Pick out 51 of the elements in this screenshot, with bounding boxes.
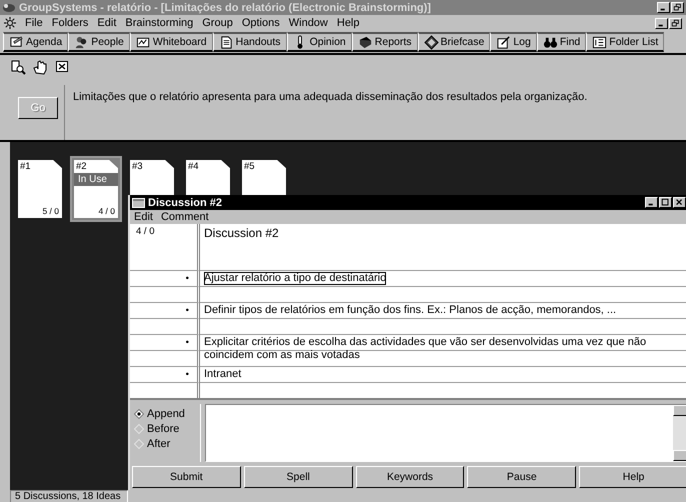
bullet: • <box>186 273 189 284</box>
card-label: #5 <box>243 160 256 173</box>
idea-text[interactable]: Ajustar relatório a tipo de destinatário <box>204 272 386 285</box>
menu-item[interactable]: Options <box>242 17 280 29</box>
discussion-card[interactable]: #2 In Use 4 / 0 <box>70 156 122 222</box>
card-count: 5 / 0 <box>41 206 60 218</box>
toolbar-button[interactable]: Handouts <box>212 32 287 52</box>
card-label: #3 <box>131 160 144 173</box>
card-count: 4 / 0 <box>97 206 116 218</box>
menu-item[interactable]: Brainstorming <box>125 17 194 29</box>
menu-item[interactable]: Group <box>202 17 233 29</box>
toolbar-button[interactable]: Find <box>536 32 586 52</box>
card-label: #1 <box>19 160 32 173</box>
action-button[interactable]: Submit <box>132 466 241 488</box>
toolbar-button[interactable]: Reports <box>352 32 418 52</box>
menu-item[interactable]: Window <box>288 17 328 29</box>
menu-item[interactable]: Help <box>336 17 360 29</box>
discussion-heading: Discussion #2 <box>204 226 279 240</box>
idea-text[interactable]: Intranet <box>204 368 242 381</box>
toolbar-button[interactable]: Folder List <box>586 32 664 52</box>
window-title: GroupSystems - relatório - [Limitações do relatório (Electronic Brainstorming)] <box>19 2 432 14</box>
radio-button[interactable]: After <box>134 438 200 450</box>
radio-button[interactable]: Append <box>134 408 200 420</box>
menu-item[interactable]: File <box>25 17 43 29</box>
topic-text: Limitações que o relatório apresenta para uma adequada disseminação dos resultados pela organização. <box>73 91 588 103</box>
card-label: #2 <box>75 160 88 173</box>
menu-item[interactable]: Folders <box>52 17 88 29</box>
toolbar-button[interactable]: Log <box>490 32 537 52</box>
bullet: • <box>186 305 189 316</box>
toolbar-button[interactable]: People <box>68 32 130 52</box>
toolbar-button[interactable]: Whiteboard <box>130 32 213 52</box>
menu-item[interactable]: Edit <box>134 211 153 223</box>
toolbar-button[interactable]: Opinion <box>286 32 352 52</box>
menu-item[interactable]: Comment <box>160 211 209 223</box>
bullet: • <box>186 369 189 380</box>
status-text: 5 Discussions, 18 Ideas <box>10 490 128 502</box>
action-button[interactable]: Keywords <box>356 466 464 488</box>
window-title: Discussion #2 <box>148 196 222 208</box>
action-button[interactable]: Pause <box>467 466 576 488</box>
toolbar-button[interactable]: Briefcase <box>418 32 490 52</box>
action-button[interactable]: Spell <box>244 466 353 488</box>
bullet: • <box>186 337 189 348</box>
card-label: #4 <box>187 160 200 173</box>
in-use-label: In Use <box>74 173 118 186</box>
action-button[interactable]: Help <box>579 466 686 488</box>
toolbar-button[interactable]: Agenda <box>3 32 68 52</box>
idea-count: 4 / 0 <box>136 226 154 237</box>
idea-text[interactable]: Explicitar critérios de escolha das actividades que vão ser desenvolvidas uma vez que não coincidem com as mais votadas <box>204 336 684 362</box>
idea-text[interactable]: Definir tipos de relatórios em função dos fins. Ex.: Planos de acção, memorandos, ... <box>204 304 616 317</box>
menu-item[interactable]: Edit <box>97 17 116 29</box>
radio-button[interactable]: Before <box>134 423 200 435</box>
